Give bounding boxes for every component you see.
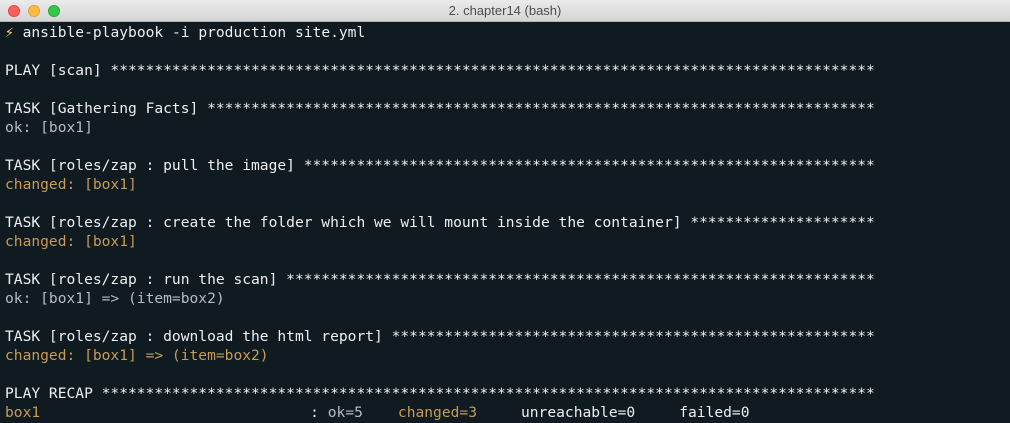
task-status-run-scan: ok: [box1] => (item=box2) <box>5 290 225 307</box>
task-status-download-report: changed: [box1] => (item=box2) <box>5 347 269 364</box>
command-text: ansible-playbook -i production site.yml <box>22 24 366 41</box>
task-header-download-report: TASK [roles/zap : download the html repo… <box>5 328 875 345</box>
task-status-gathering-facts: ok: [box1] <box>5 119 93 136</box>
prompt-line: ⚡ ansible-playbook -i production site.ym… <box>5 23 1010 42</box>
recap-failed: failed=0 <box>679 404 750 421</box>
recap-changed: changed=3 <box>397 404 477 421</box>
task-status-pull-image: changed: [box1] <box>5 176 137 193</box>
recap-row: box1: ok=5 changed=3 unreachable=0 failed=0 <box>5 403 1010 422</box>
task-header-create-folder: TASK [roles/zap : create the folder whic… <box>5 214 875 231</box>
task-status-create-folder: changed: [box1] <box>5 233 137 250</box>
recap-host: box1 <box>5 404 41 421</box>
lightning-icon: ⚡ <box>5 24 14 41</box>
task-header-pull-image: TASK [roles/zap : pull the image] ******… <box>5 157 875 174</box>
recap-unreachable: unreachable=0 <box>520 404 636 421</box>
play-header: PLAY [scan] ****************************… <box>5 62 875 79</box>
title-bar[interactable]: 2. chapter14 (bash) <box>0 0 1010 22</box>
terminal-output[interactable]: ⚡ ansible-playbook -i production site.ym… <box>0 22 1010 423</box>
recap-ok: ok=5 <box>327 404 363 421</box>
task-header-run-scan: TASK [roles/zap : run the scan] ********… <box>5 271 875 288</box>
window-title: 2. chapter14 (bash) <box>448 3 562 18</box>
terminal-window: 2. chapter14 (bash) ⚡ ansible-playbook -… <box>0 0 1010 423</box>
task-header-gathering-facts: TASK [Gathering Facts] *****************… <box>5 100 875 117</box>
recap-header: PLAY RECAP *****************************… <box>5 385 875 402</box>
recap-separator: : <box>310 404 319 421</box>
